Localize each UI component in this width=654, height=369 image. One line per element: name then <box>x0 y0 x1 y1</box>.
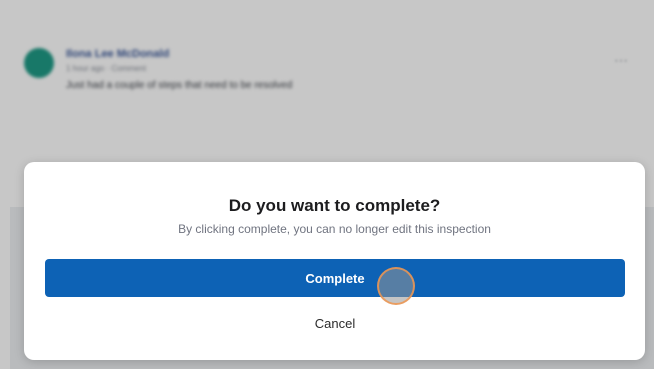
confirm-dialog: Do you want to complete? By clicking com… <box>24 162 645 360</box>
touch-indicator <box>377 267 415 305</box>
dialog-subtitle: By clicking complete, you can no longer … <box>178 222 491 236</box>
complete-button[interactable]: Complete <box>45 259 625 297</box>
cancel-button[interactable]: Cancel <box>45 310 625 336</box>
dialog-title: Do you want to complete? <box>228 196 441 215</box>
